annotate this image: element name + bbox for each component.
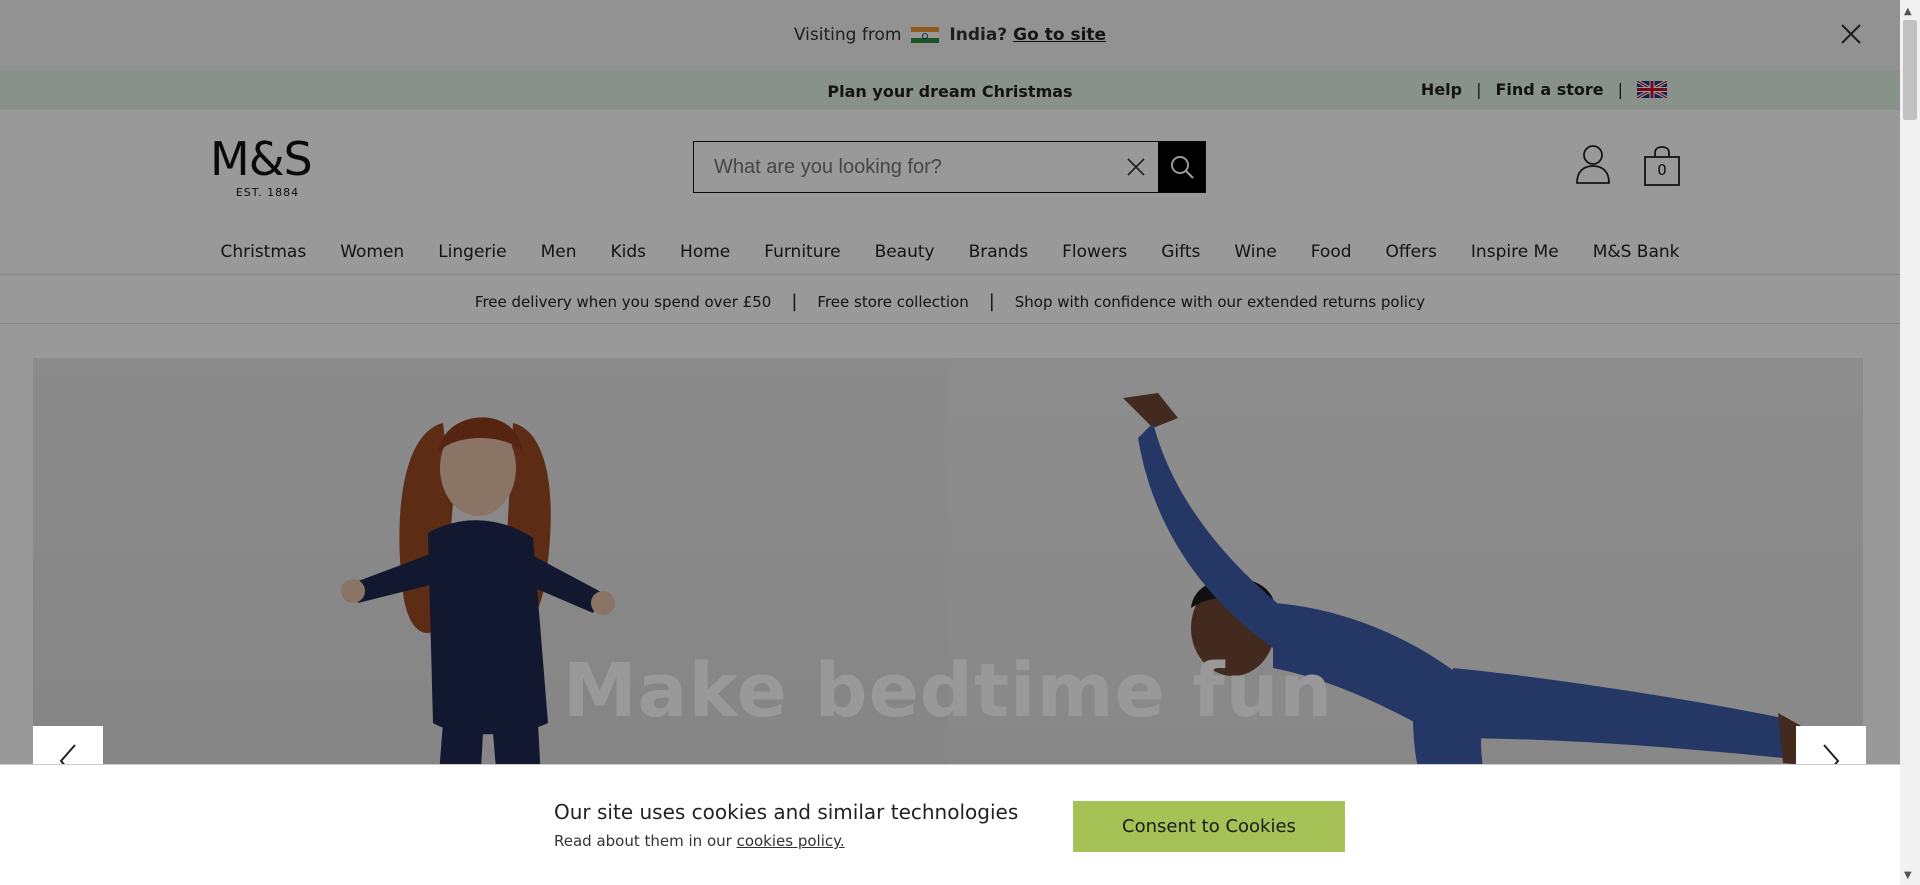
search-box	[693, 141, 1206, 193]
nav-item-women[interactable]: Women	[323, 230, 421, 274]
nav-item-home[interactable]: Home	[663, 230, 747, 274]
shopping-bag-icon[interactable]: 0	[1643, 145, 1681, 187]
nav-item-furniture[interactable]: Furniture	[747, 230, 857, 274]
search-icon	[1170, 156, 1194, 179]
nav-item-offers[interactable]: Offers	[1369, 230, 1454, 274]
nav-item-christmas[interactable]: Christmas	[203, 230, 323, 274]
account-icon[interactable]	[1575, 143, 1611, 185]
scroll-up-icon[interactable]: ▲	[1904, 6, 1912, 17]
country-name: India?	[949, 25, 1008, 45]
usp-free-delivery[interactable]: Free delivery when you spend over £50	[475, 293, 771, 311]
cookie-sub-prefix: Read about them in our	[554, 832, 732, 850]
india-flag-icon	[911, 26, 940, 44]
cookie-subtext: Read about them in our cookies policy.	[554, 832, 845, 850]
nav-item-brands[interactable]: Brands	[952, 230, 1046, 274]
page-scrollbar[interactable]: ▲ ▼	[1900, 0, 1920, 885]
separator: |	[791, 291, 798, 312]
clear-search-button[interactable]	[1113, 142, 1158, 192]
nav-item-kids[interactable]: Kids	[594, 230, 664, 274]
nav-item-gifts[interactable]: Gifts	[1144, 230, 1217, 274]
usp-bar: Free delivery when you spend over £50 | …	[0, 280, 1900, 324]
nav-item-ms-bank[interactable]: M&S Bank	[1576, 230, 1697, 274]
nav-item-flowers[interactable]: Flowers	[1045, 230, 1144, 274]
nav-item-wine[interactable]: Wine	[1217, 230, 1293, 274]
help-link[interactable]: Help	[1421, 80, 1462, 99]
usp-returns-policy[interactable]: Shop with confidence with our extended r…	[1015, 293, 1425, 311]
nav-item-men[interactable]: Men	[524, 230, 594, 274]
scroll-down-icon[interactable]: ▼	[1904, 870, 1912, 881]
search-button[interactable]	[1158, 142, 1205, 192]
utility-links: Help | Find a store |	[1421, 79, 1668, 100]
find-store-link[interactable]: Find a store	[1496, 80, 1604, 99]
nav-item-food[interactable]: Food	[1294, 230, 1369, 274]
go-to-site-link[interactable]: Go to site	[1013, 25, 1106, 45]
nav-item-inspire-me[interactable]: Inspire Me	[1454, 230, 1576, 274]
cookie-title: Our site uses cookies and similar techno…	[554, 800, 1019, 824]
logo-wordmark: M&S	[210, 132, 313, 186]
logo-est: EST. 1884	[235, 186, 300, 199]
scrollbar-thumb[interactable]	[1903, 20, 1917, 120]
consent-cookies-button[interactable]: Consent to Cookies	[1073, 801, 1345, 852]
nav-item-beauty[interactable]: Beauty	[858, 230, 952, 274]
geo-banner: Visiting from India? Go to site	[0, 0, 1900, 70]
separator: |	[1617, 80, 1623, 99]
visiting-label: Visiting from	[793, 25, 902, 45]
cookies-policy-link[interactable]: cookies policy.	[737, 832, 845, 850]
promo-bar: Plan your dream Christmas Help | Find a …	[0, 70, 1900, 110]
separator: |	[1476, 80, 1482, 99]
site-header: M&S EST. 1884 0	[0, 110, 1900, 220]
bag-count: 0	[1657, 161, 1667, 179]
nav-item-lingerie[interactable]: Lingerie	[421, 230, 523, 274]
search-input[interactable]	[694, 142, 1113, 192]
close-icon[interactable]	[1837, 20, 1865, 48]
uk-flag-icon[interactable]	[1636, 79, 1668, 100]
usp-store-collection[interactable]: Free store collection	[817, 293, 968, 311]
separator: |	[988, 291, 995, 312]
boy-pyjamas-image	[1123, 393, 1828, 798]
close-icon	[1126, 158, 1145, 176]
cookie-banner: Our site uses cookies and similar techno…	[0, 764, 1900, 885]
main-nav: Christmas Women Lingerie Men Kids Home F…	[0, 230, 1900, 275]
ms-logo[interactable]: M&S EST. 1884	[210, 136, 325, 199]
hero-headline: Make bedtime fun	[562, 648, 1334, 734]
